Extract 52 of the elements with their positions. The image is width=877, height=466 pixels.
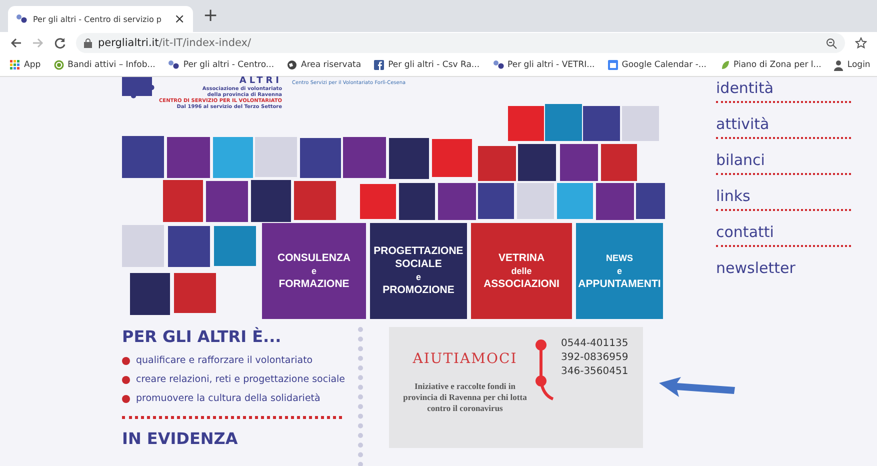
- fundraising-banner[interactable]: AIUTIAMOCI Iniziative e raccolte fondi in provincia di Ravenna per chi lotta contro il coronavirus 0544-401135 392-0836959 346-3560451: [389, 327, 643, 448]
- reload-icon[interactable]: [54, 37, 66, 49]
- address-bar[interactable]: perglialtri.it/it-IT/index-index/: [76, 33, 845, 53]
- bookmark-link[interactable]: Piano di Zona per l...: [720, 60, 822, 70]
- bookmark-link[interactable]: Per gli altri - Centro...: [168, 60, 274, 70]
- url-text: perglialtri.it/it-IT/index-index/: [98, 37, 252, 49]
- nav-link[interactable]: newsletter: [716, 259, 851, 281]
- nav-link[interactable]: links: [716, 187, 851, 209]
- facebook-icon: [374, 60, 384, 70]
- bookmark-link[interactable]: Per gli altri - VETRI...: [492, 60, 595, 70]
- calendar-icon: [608, 60, 618, 70]
- tab-title: Per gli altri - Centro di servizio p: [33, 14, 162, 24]
- new-tab-button[interactable]: +: [203, 7, 218, 25]
- nav-link[interactable]: bilanci: [716, 151, 851, 173]
- bullet-icon: [122, 356, 130, 364]
- phone-number: 392-0836959: [561, 351, 628, 365]
- arrow-icon: [659, 377, 735, 399]
- star-icon[interactable]: [855, 37, 867, 49]
- circle-logo-icon: [54, 60, 64, 70]
- list-item-text: creare relazioni, reti e progettazione sociale: [136, 374, 346, 385]
- bullet-icon: [122, 376, 130, 384]
- banner-text: Iniziative e raccolte fondi in provincia di Ravenna per chi lotta contro il coronavirus: [402, 381, 528, 414]
- nav-link[interactable]: identità: [716, 79, 851, 101]
- phone-number: 346-3560451: [561, 365, 628, 379]
- list-item-text: qualificare e rafforzare il volontariato: [136, 355, 313, 366]
- bookmark-link[interactable]: Bandi attivi – Infob...: [54, 60, 156, 70]
- leaf-icon: [720, 60, 730, 70]
- browser-tab[interactable]: Per gli altri - Centro di servizio p ×: [8, 6, 193, 32]
- banner-title: AIUTIAMOCI: [412, 351, 518, 367]
- bookmark-link[interactable]: Google Calendar -...: [608, 60, 707, 70]
- lock-icon: [84, 38, 92, 48]
- phone-number: 0544-401135: [561, 337, 628, 351]
- apps-grid-icon: [10, 60, 20, 70]
- bookmark-link[interactable]: Per gli altri - Csv Ra...: [374, 60, 480, 70]
- bullet-icon: [122, 394, 130, 402]
- section-tile-link[interactable]: PROGETTAZIONE SOCIALE e PROMOZIONE: [370, 223, 467, 319]
- back-icon[interactable]: [10, 37, 22, 49]
- section-tile-link[interactable]: VETRINA delle ASSOCIAZIONI: [471, 223, 572, 319]
- list-item-text: promuovere la cultura della solidarietà: [136, 393, 320, 404]
- user-icon: [834, 60, 844, 70]
- section-heading: PER GLI ALTRI È...: [122, 327, 282, 347]
- nav-link[interactable]: contatti: [716, 223, 851, 245]
- bookmark-link[interactable]: App: [10, 60, 41, 70]
- section-tile-link[interactable]: CONSULENZA e FORMAZIONE: [262, 223, 366, 319]
- section-tile-link[interactable]: NEWS e APPUNTAMENTI: [576, 223, 663, 319]
- nav-link[interactable]: attività: [716, 115, 851, 137]
- tab-close-button[interactable]: ×: [174, 12, 185, 26]
- bookmark-link[interactable]: Area riservata: [287, 60, 362, 70]
- zoom-icon[interactable]: [826, 38, 837, 48]
- logo-wordmark: ALTRI: [239, 77, 282, 86]
- section-heading: IN EVIDENZA: [122, 429, 239, 449]
- bookmark-link[interactable]: Login: [834, 60, 870, 70]
